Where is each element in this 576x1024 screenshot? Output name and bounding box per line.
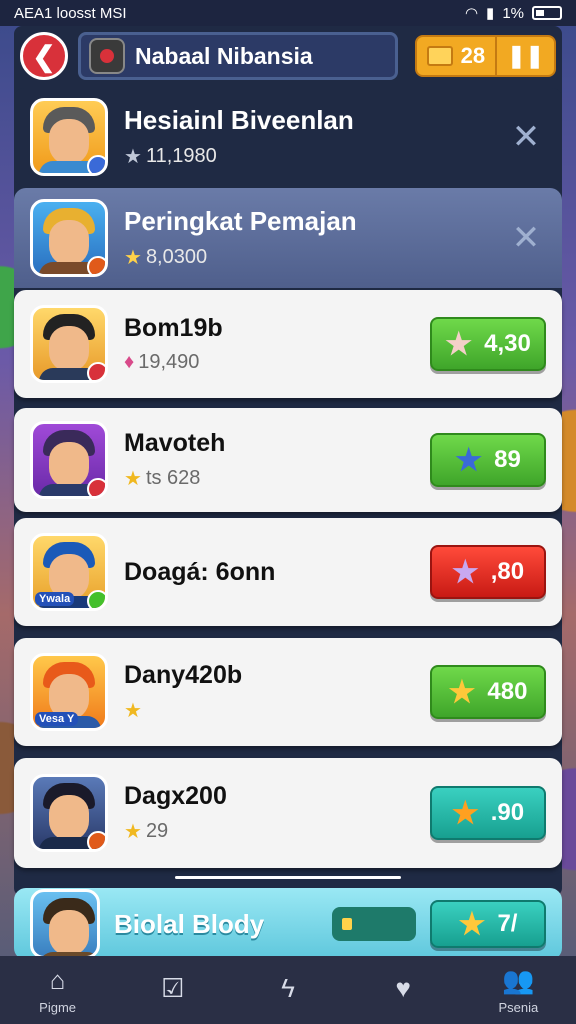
- battery-icon: [532, 6, 562, 20]
- level-badge-icon: [87, 155, 105, 173]
- score-value: 480: [487, 678, 528, 705]
- player-name: Mavoteh: [124, 429, 226, 457]
- leaderboard-row[interactable]: Mavoteh ★ ts 628 ★ 89: [14, 408, 562, 512]
- player-name: Dany420b: [124, 661, 243, 689]
- score-button[interactable]: ★ 89: [430, 433, 546, 487]
- nav-label: Psenia: [498, 1000, 539, 1015]
- player-points: 29: [145, 820, 169, 842]
- player-name: Biolal Blody: [114, 908, 265, 939]
- level-badge-icon: [87, 590, 105, 608]
- home-icon: ⌂: [49, 965, 66, 995]
- player-points: 11,1980: [145, 145, 217, 167]
- nav-favorites[interactable]: ♥: [363, 973, 443, 1008]
- score-button[interactable]: ★ 480: [430, 665, 546, 719]
- scroll-indicator: [175, 876, 401, 879]
- heart-badge-icon: [87, 478, 105, 496]
- level-badge-icon: [87, 831, 105, 849]
- avatar: [30, 889, 100, 959]
- avatar: [30, 774, 108, 852]
- star-icon: ★: [448, 675, 476, 709]
- nav-home[interactable]: ⌂ Pigme: [18, 965, 98, 1015]
- close-icon[interactable]: ✕: [506, 117, 546, 157]
- player-points: 19,490: [138, 351, 200, 373]
- level-badge-icon: [87, 256, 105, 274]
- avatar: [30, 421, 108, 499]
- player-name: Peringkat Pemajan: [124, 206, 357, 236]
- close-icon[interactable]: ✕: [506, 218, 546, 258]
- page-title: Nabaal Nibansia: [135, 42, 313, 69]
- lightning-icon: ϟ: [281, 972, 295, 1003]
- leaderboard-row[interactable]: Bom19b ♦ 19,490 ★ 4,30: [14, 290, 562, 398]
- nav-battle[interactable]: ϟ: [248, 973, 328, 1008]
- arrow-left-icon: ❮: [32, 40, 56, 72]
- bottom-nav: ⌂ Pigme ☑ ϟ ♥ 👥 Psenia: [0, 956, 576, 1024]
- score-value: ,80: [490, 558, 525, 585]
- star-icon: ★: [124, 821, 142, 843]
- wifi-icon: ◠: [464, 5, 479, 22]
- avatar: [30, 98, 108, 176]
- heart-icon: ♥: [395, 972, 411, 1003]
- score-button[interactable]: ★ ,80: [430, 545, 546, 599]
- progress-bar: [332, 907, 416, 941]
- nav-label: Pigme: [39, 1000, 77, 1015]
- player-name: Doagá: 6onn: [124, 557, 276, 586]
- name-tag: Vesa Y: [35, 712, 79, 726]
- folder-icon: [426, 46, 453, 66]
- score-button[interactable]: ★ .90: [430, 786, 546, 840]
- back-button[interactable]: ❮: [20, 32, 68, 80]
- player-name: Hesiainl Biveenlan: [124, 105, 354, 135]
- avatar: [30, 305, 108, 383]
- status-left-text: AEA1 loosst MSI: [14, 4, 127, 22]
- star-icon: ★: [445, 327, 473, 361]
- player-name: Bom19b: [124, 314, 223, 342]
- people-icon: 👥: [502, 965, 535, 995]
- avatar: Ywala: [30, 533, 108, 611]
- pause-button[interactable]: ❚❚: [497, 37, 554, 75]
- leaderboard-row[interactable]: Dagx200 ★ 29 ★ .90: [14, 758, 562, 868]
- score-button[interactable]: ★ 7/: [430, 900, 546, 948]
- current-player-row[interactable]: Peringkat Pemajan ★ 8,0300 ✕: [14, 188, 562, 288]
- pause-icon: ❚❚: [507, 43, 544, 68]
- avatar: [30, 199, 108, 277]
- player-points: ts 628: [145, 467, 201, 489]
- player-points: 8,0300: [145, 246, 208, 268]
- nav-friends[interactable]: 👥 Psenia: [478, 965, 558, 1015]
- leaderboard-row[interactable]: Vesa Y Dany420b ★ ★ 480: [14, 638, 562, 746]
- score-value: 7/: [497, 910, 518, 937]
- leaderboard-row[interactable]: Ywala Doagá: 6onn ★ ,80: [14, 518, 562, 626]
- avatar: Vesa Y: [30, 653, 108, 731]
- name-tag: Ywala: [35, 592, 75, 606]
- top-bar: ❮ Nabaal Nibansia 28 ❚❚: [14, 28, 562, 84]
- star-icon: ★: [458, 907, 486, 941]
- star-icon: ★: [455, 443, 483, 477]
- nav-tasks[interactable]: ☑: [133, 973, 213, 1008]
- check-icon: ☑: [161, 972, 185, 1003]
- player-name: Dagx200: [124, 782, 227, 810]
- star-icon: ★: [451, 796, 479, 830]
- score-value: .90: [490, 799, 525, 826]
- star-icon: ★: [124, 247, 142, 269]
- title-box: Nabaal Nibansia: [78, 32, 398, 80]
- leaderboard-row[interactable]: Hesiainl Biveenlan ★ 11,1980 ✕: [14, 88, 562, 186]
- signal-icon: ▮: [486, 5, 495, 22]
- score-value: 4,30: [484, 330, 531, 357]
- bottom-player-card[interactable]: Biolal Blody ★ 7/: [14, 888, 562, 960]
- gem-icon: ♦: [124, 351, 135, 373]
- status-bar: AEA1 loosst MSI ◠ ▮ 1%: [0, 0, 576, 26]
- coin-count: 28: [460, 43, 486, 68]
- game-badge-icon: [89, 38, 125, 74]
- star-icon: ★: [124, 146, 142, 168]
- star-icon: ★: [124, 468, 142, 490]
- score-button[interactable]: ★ 4,30: [430, 317, 546, 371]
- star-icon: ★: [451, 555, 479, 589]
- heart-badge-icon: [87, 362, 105, 380]
- score-value: 89: [494, 446, 521, 473]
- star-icon: ★: [124, 700, 142, 722]
- coin-counter[interactable]: 28 ❚❚: [414, 35, 556, 77]
- battery-percent: 1%: [502, 4, 524, 22]
